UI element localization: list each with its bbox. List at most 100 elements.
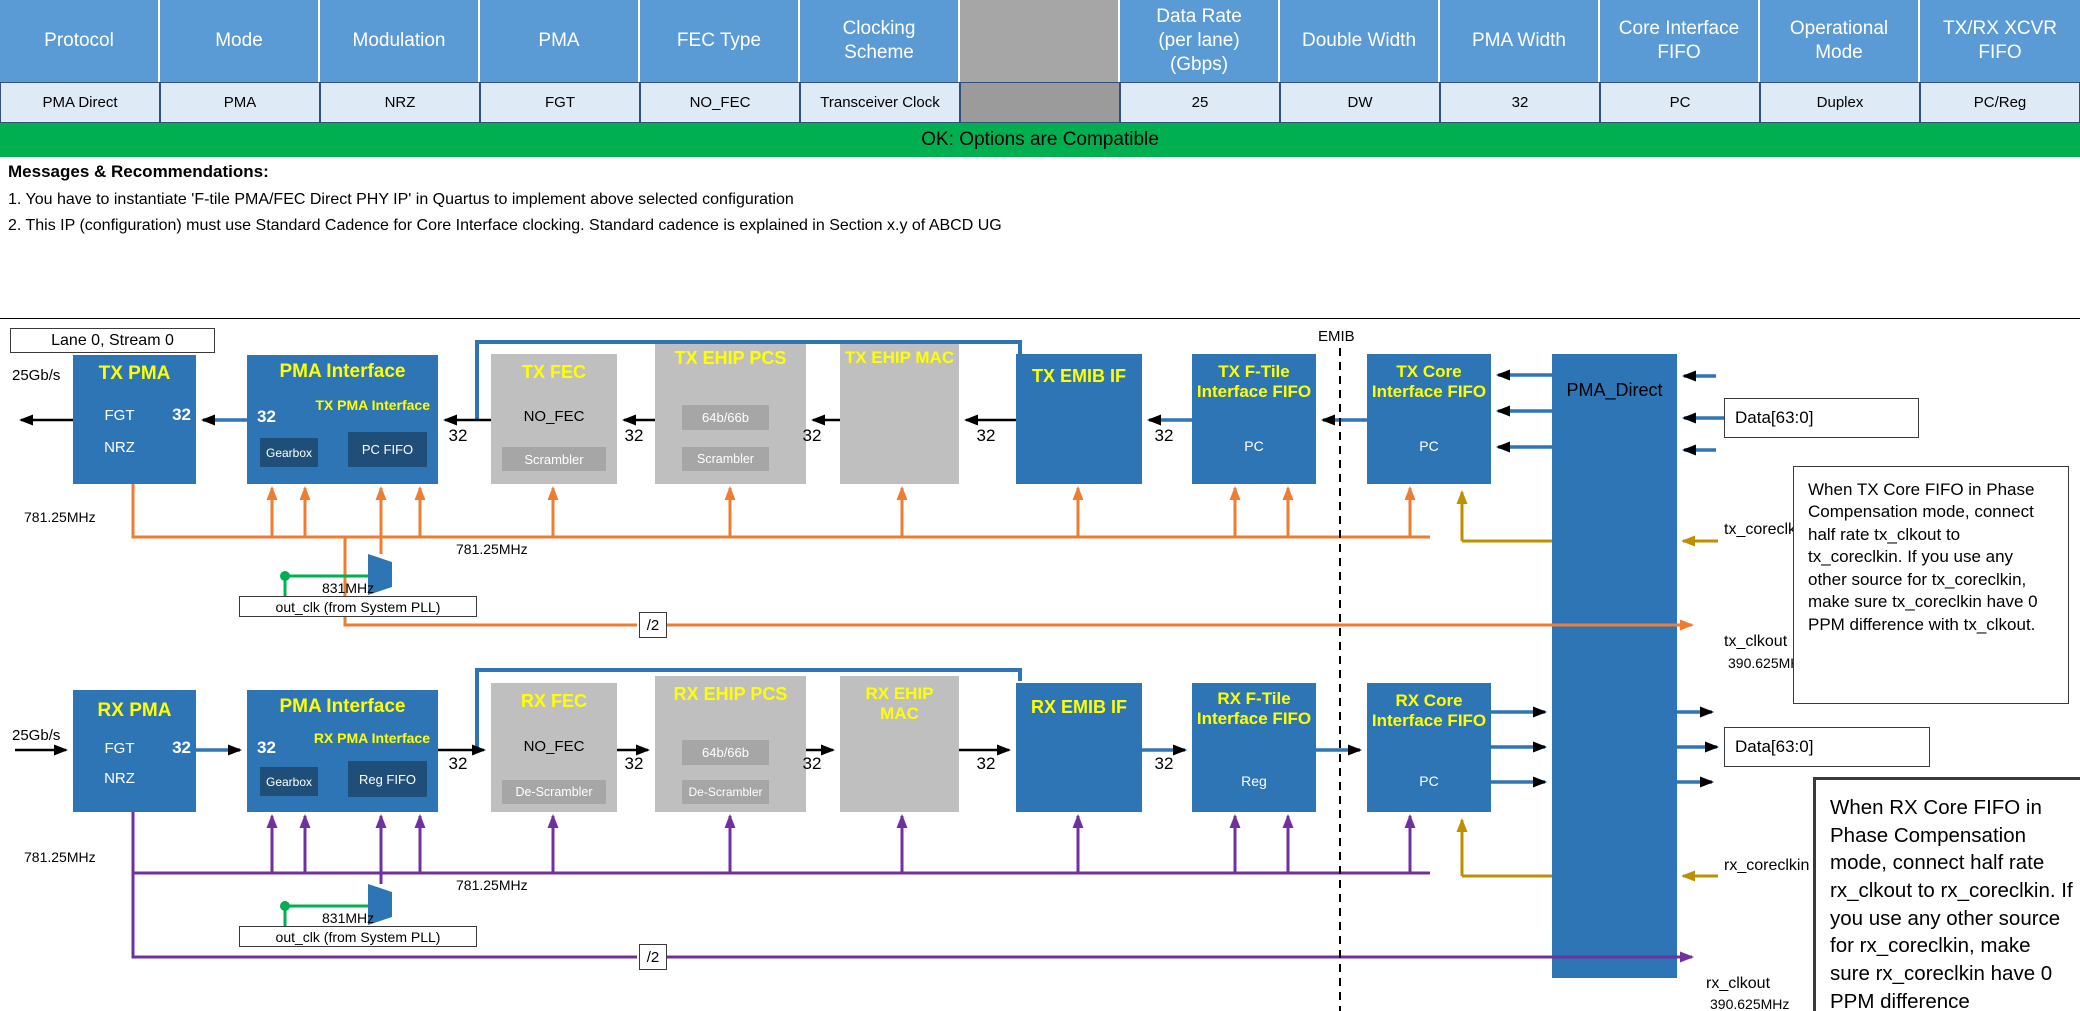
tx-ftile-fifo-block: TX F-Tile Interface FIFO PC xyxy=(1192,354,1316,484)
pma-direct-block: PMA_Direct xyxy=(1552,354,1677,978)
tx-emib-if-block: TX EMIB IF xyxy=(1016,354,1142,484)
rx-bus32-label-3: 32 xyxy=(803,754,822,774)
rx-pma-interface-bus-width: 32 xyxy=(257,738,276,758)
rx-ehip-pcs-block: RX EHIP PCS 64b/66b De-Scrambler xyxy=(655,676,806,812)
rx-word-clock-freq-label-2: 781.25MHz xyxy=(456,877,528,893)
rx-pma-bus-width: 32 xyxy=(172,738,191,758)
tx-ftile-fifo-mode: PC xyxy=(1192,438,1316,454)
header-mode: Mode xyxy=(160,0,320,82)
rx-descrambler-box: De-Scrambler xyxy=(502,780,606,804)
tx-ehip-mac-title: TX EHIP MAC xyxy=(840,348,959,368)
rx-out-clk-box: out_clk (from System PLL) xyxy=(239,926,477,947)
tx-word-clock-freq-label-2: 781.25MHz xyxy=(456,541,528,557)
tx-bus32-label-2: 32 xyxy=(625,426,644,446)
config-table-header-row: Protocol Mode Modulation PMA FEC Type Cl… xyxy=(0,0,2080,82)
tx-bus32-label-4: 32 xyxy=(977,426,996,446)
value-pma-width[interactable]: 32 xyxy=(1440,82,1600,123)
rx-pcs-descrambler-box: De-Scrambler xyxy=(682,780,769,804)
value-core-interface-fifo[interactable]: PC xyxy=(1600,82,1760,123)
rx-serial-rate-label: 25Gb/s xyxy=(12,727,60,744)
tx-bus32-label-1: 32 xyxy=(449,426,468,446)
rx-ehip-mac-block: RX EHIP MAC xyxy=(840,676,959,812)
tx-out-clk-box: out_clk (from System PLL) xyxy=(239,596,477,617)
header-pma-width: PMA Width xyxy=(1440,0,1600,82)
tx-data-box: Data[63:0] xyxy=(1724,398,1919,438)
tx-pma-interface-block: PMA Interface TX PMA Interface 32 Gearbo… xyxy=(247,355,438,484)
rx-pma-interface-title: PMA Interface xyxy=(247,696,438,719)
tx-divide-by-2-box: /2 xyxy=(639,612,667,638)
tx-fec-block: TX FEC NO_FEC Scrambler xyxy=(491,354,617,484)
tx-pma-mode: FGT xyxy=(73,407,166,424)
value-operational-mode[interactable]: Duplex xyxy=(1760,82,1920,123)
tx-emib-if-title: TX EMIB IF xyxy=(1016,366,1142,388)
header-core-interface-fifo: Core Interface FIFO xyxy=(1600,0,1760,82)
rx-bus32-label-5: 32 xyxy=(1155,754,1174,774)
tx-pll-freq-label: 831MHz xyxy=(322,580,374,596)
tx-bus32-label-5: 32 xyxy=(1155,426,1174,446)
value-txrx-xcvr-fifo[interactable]: PC/Reg xyxy=(1920,82,2080,123)
tx-pma-block: TX PMA FGT NRZ 32 xyxy=(73,355,196,484)
rx-clkout-label: rx_clkout xyxy=(1706,975,1770,993)
emib-label: EMIB xyxy=(1318,328,1355,345)
value-double-width[interactable]: DW xyxy=(1280,82,1440,123)
rx-pma-interface-subtitle: RX PMA Interface xyxy=(314,730,430,746)
rx-reg-fifo-box: Reg FIFO xyxy=(348,761,427,797)
header-txrx-xcvr-fifo: TX/RX XCVR FIFO xyxy=(1920,0,2080,82)
rx-bus32-label-4: 32 xyxy=(977,754,996,774)
tx-pma-interface-title: PMA Interface xyxy=(247,361,438,384)
value-modulation[interactable]: NRZ xyxy=(320,82,480,123)
rx-emib-if-block: RX EMIB IF xyxy=(1016,683,1142,812)
rx-pma-mode: FGT xyxy=(73,740,166,757)
rx-core-fifo-mode: PC xyxy=(1367,773,1491,789)
messages-heading: Messages & Recommendations: xyxy=(8,162,269,182)
value-pma[interactable]: FGT xyxy=(480,82,640,123)
value-mode[interactable]: PMA xyxy=(160,82,320,123)
tx-clkout-label: tx_clkout xyxy=(1724,633,1787,651)
tx-pcs-scrambler-box: Scrambler xyxy=(682,447,769,471)
tx-pma-interface-bus-width: 32 xyxy=(257,407,276,427)
header-double-width: Double Width xyxy=(1280,0,1440,82)
rx-clkout-freq-label: 390.625MHz xyxy=(1710,996,1789,1011)
fgt-clocking-tool-page: Protocol Mode Modulation PMA FEC Type Cl… xyxy=(0,0,2080,1011)
value-clocking-scheme[interactable]: Transceiver Clock xyxy=(800,82,960,123)
rx-coreclkin-label: rx_coreclkin xyxy=(1724,857,1809,875)
rx-fec-block: RX FEC NO_FEC De-Scrambler xyxy=(491,683,617,812)
tx-word-clock-freq-label: 781.25MHz xyxy=(24,509,96,525)
tx-serial-rate-label: 25Gb/s xyxy=(12,367,60,384)
tx-ehip-pcs-block: TX EHIP PCS 64b/66b Scrambler xyxy=(655,340,806,484)
message-item-2: 2. This IP (configuration) must use Stan… xyxy=(8,217,1002,235)
tx-core-fifo-mode: PC xyxy=(1367,438,1491,454)
rx-emib-if-title: RX EMIB IF xyxy=(1016,697,1142,719)
rx-pma-block: RX PMA FGT NRZ 32 xyxy=(73,690,196,812)
value-blank xyxy=(960,82,1120,123)
tx-pc-fifo-box: PC FIFO xyxy=(348,432,427,467)
tx-pma-interface-subtitle: TX PMA Interface xyxy=(315,397,430,413)
lane-stream-label: Lane 0, Stream 0 xyxy=(10,328,215,353)
tx-fec-title: TX FEC xyxy=(491,362,617,384)
rx-pma-interface-block: PMA Interface RX PMA Interface 32 Gearbo… xyxy=(247,690,438,812)
header-operational-mode: Operational Mode xyxy=(1760,0,1920,82)
rx-divide-by-2-box: /2 xyxy=(639,944,667,970)
rx-fec-mode: NO_FEC xyxy=(491,738,617,755)
compatibility-status-banner: OK: Options are Compatible xyxy=(0,123,2080,157)
value-data-rate[interactable]: 25 xyxy=(1120,82,1280,123)
rx-pma-modulation: NRZ xyxy=(73,770,166,787)
config-table-value-row: PMA Direct PMA NRZ FGT NO_FEC Transceive… xyxy=(0,82,2080,123)
rx-data-box: Data[63:0] xyxy=(1724,727,1930,767)
tx-gearbox-box: Gearbox xyxy=(260,438,318,467)
rx-word-clock-freq-label: 781.25MHz xyxy=(24,849,96,865)
header-protocol: Protocol xyxy=(0,0,160,82)
rx-pma-title: RX PMA xyxy=(73,700,196,723)
value-protocol[interactable]: PMA Direct xyxy=(0,82,160,123)
tx-core-fifo-title: TX Core Interface FIFO xyxy=(1367,362,1491,403)
tx-pma-modulation: NRZ xyxy=(73,439,166,456)
header-modulation: Modulation xyxy=(320,0,480,82)
rx-core-fifo-title: RX Core Interface FIFO xyxy=(1367,691,1491,732)
message-item-1: 1. You have to instantiate 'F-tile PMA/F… xyxy=(8,191,794,209)
tx-64b66b-box: 64b/66b xyxy=(682,405,769,430)
tx-ehip-pcs-title: TX EHIP PCS xyxy=(655,348,806,370)
rx-bus32-label-2: 32 xyxy=(625,754,644,774)
rx-fec-title: RX FEC xyxy=(491,691,617,713)
rx-ftile-fifo-block: RX F-Tile Interface FIFO Reg xyxy=(1192,683,1316,812)
value-fec-type[interactable]: NO_FEC xyxy=(640,82,800,123)
